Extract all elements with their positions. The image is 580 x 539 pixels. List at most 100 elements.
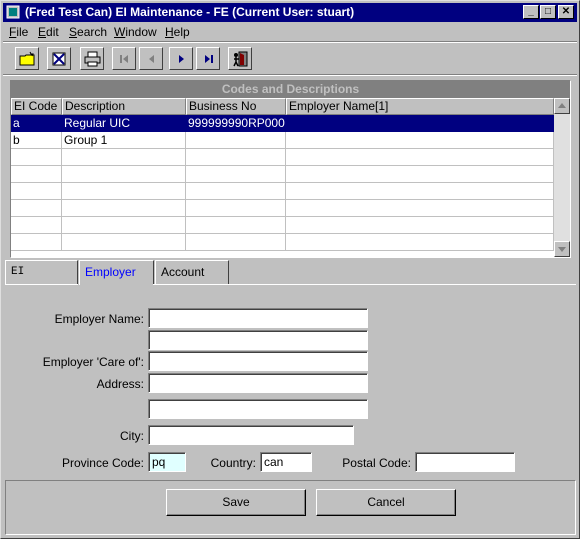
- empty-cell: [11, 217, 62, 234]
- column-header-business-no[interactable]: Business No: [186, 98, 286, 115]
- new-record-icon: [19, 51, 35, 66]
- first-record-button[interactable]: [112, 47, 136, 70]
- empty-cell: [11, 166, 62, 183]
- empty-cell: [62, 166, 186, 183]
- cell-business-no: 999999990RP000: [186, 115, 286, 132]
- address-field-1[interactable]: [148, 373, 368, 393]
- empty-cell: [62, 234, 186, 251]
- menu-file[interactable]: File: [9, 25, 28, 39]
- maximize-button[interactable]: □: [540, 5, 556, 19]
- tab-account[interactable]: Account: [155, 260, 229, 284]
- empty-cell: [186, 149, 286, 166]
- cancel-button[interactable]: Cancel: [316, 489, 456, 516]
- title-bar[interactable]: (Fred Test Can) EI Maintenance - FE (Cur…: [3, 3, 577, 22]
- address-label: Address:: [96, 377, 144, 391]
- print-icon: [84, 51, 101, 67]
- empty-cell: [286, 234, 554, 251]
- app-window: (Fred Test Can) EI Maintenance - FE (Cur…: [0, 0, 580, 539]
- table-row[interactable]: b Group 1: [11, 132, 554, 149]
- save-button[interactable]: Save: [166, 489, 306, 516]
- column-header-employer-name[interactable]: Employer Name[1]: [286, 98, 554, 115]
- menu-edit[interactable]: Edit: [38, 25, 59, 39]
- next-record-button[interactable]: [169, 47, 193, 70]
- menu-bar: File Edit Search Window Help: [3, 23, 577, 41]
- scroll-up-button[interactable]: [554, 98, 570, 114]
- minimize-button[interactable]: _: [523, 5, 539, 19]
- app-icon: [6, 5, 20, 19]
- postal-code-label: Postal Code:: [342, 456, 411, 470]
- table-row[interactable]: a Regular UIC 999999990RP000: [11, 115, 554, 132]
- empty-cell: [286, 183, 554, 200]
- empty-table-row[interactable]: [11, 200, 554, 217]
- cell-description: Group 1: [62, 132, 186, 149]
- codes-grid: Codes and Descriptions EI Code Descripti…: [10, 80, 571, 258]
- exit-button[interactable]: [228, 47, 252, 70]
- empty-cell: [62, 200, 186, 217]
- menu-window-label: Window: [114, 25, 157, 39]
- empty-cell: [62, 149, 186, 166]
- province-code-field[interactable]: pq: [148, 452, 186, 472]
- country-field[interactable]: can: [260, 452, 312, 472]
- city-field[interactable]: [148, 425, 354, 445]
- new-record-button[interactable]: [15, 47, 39, 70]
- tab-employer[interactable]: Employer: [79, 260, 154, 285]
- exit-icon: [233, 51, 248, 67]
- country-label: Country:: [210, 456, 256, 470]
- care-of-field[interactable]: [148, 351, 368, 371]
- empty-cell: [186, 183, 286, 200]
- toolbar-separator: [3, 74, 577, 76]
- employer-name-field-2[interactable]: [148, 330, 368, 350]
- menu-window[interactable]: Window: [114, 25, 157, 39]
- menu-help[interactable]: Help: [165, 25, 190, 39]
- employer-name-field-1[interactable]: [148, 308, 368, 328]
- previous-record-icon: [149, 55, 154, 63]
- cell-ei-code: b: [11, 132, 62, 149]
- grid-body: a Regular UIC 999999990RP000 b Group 1: [11, 115, 554, 257]
- last-record-icon: [205, 55, 213, 63]
- previous-record-button[interactable]: [139, 47, 163, 70]
- cell-business-no: [186, 132, 286, 149]
- empty-cell: [286, 217, 554, 234]
- tab-strip: EI Employer Account: [5, 260, 577, 285]
- empty-cell: [286, 200, 554, 217]
- cell-employer-name: [286, 115, 554, 132]
- column-header-description[interactable]: Description: [62, 98, 186, 115]
- menu-edit-label: Edit: [38, 25, 59, 39]
- province-code-label: Province Code:: [61, 456, 144, 470]
- empty-cell: [286, 149, 554, 166]
- cell-employer-name: [286, 132, 554, 149]
- scroll-down-icon: [558, 247, 566, 252]
- toolbar: [3, 44, 577, 74]
- care-of-label: Employer 'Care of':: [42, 355, 144, 369]
- city-label: City:: [120, 429, 144, 443]
- next-record-icon: [179, 55, 184, 63]
- empty-table-row[interactable]: [11, 217, 554, 234]
- empty-cell: [186, 166, 286, 183]
- close-button[interactable]: ✕: [558, 5, 574, 19]
- address-field-2[interactable]: [148, 399, 368, 419]
- menu-separator: [3, 41, 577, 43]
- tab-ei[interactable]: EI: [5, 260, 78, 284]
- vertical-scrollbar[interactable]: [554, 98, 570, 257]
- empty-table-row[interactable]: [11, 149, 554, 166]
- empty-table-row[interactable]: [11, 234, 554, 251]
- cell-ei-code: a: [11, 115, 62, 132]
- postal-code-field[interactable]: [415, 452, 515, 472]
- empty-cell: [186, 234, 286, 251]
- empty-cell: [62, 217, 186, 234]
- menu-search[interactable]: Search: [69, 25, 107, 39]
- window-title: (Fred Test Can) EI Maintenance - FE (Cur…: [25, 5, 355, 19]
- empty-table-row[interactable]: [11, 166, 554, 183]
- delete-record-button[interactable]: [47, 47, 71, 70]
- menu-search-label: Search: [69, 25, 108, 39]
- scroll-down-button[interactable]: [554, 241, 570, 257]
- empty-table-row[interactable]: [11, 183, 554, 200]
- tab-divider: [5, 284, 78, 285]
- column-header-ei-code[interactable]: EI Code: [11, 98, 62, 115]
- menu-help-label: Help: [165, 25, 190, 39]
- menu-file-label: File: [9, 25, 29, 39]
- first-record-icon: [120, 55, 128, 63]
- delete-record-icon: [52, 52, 66, 66]
- last-record-button[interactable]: [196, 47, 220, 70]
- print-button[interactable]: [80, 47, 104, 70]
